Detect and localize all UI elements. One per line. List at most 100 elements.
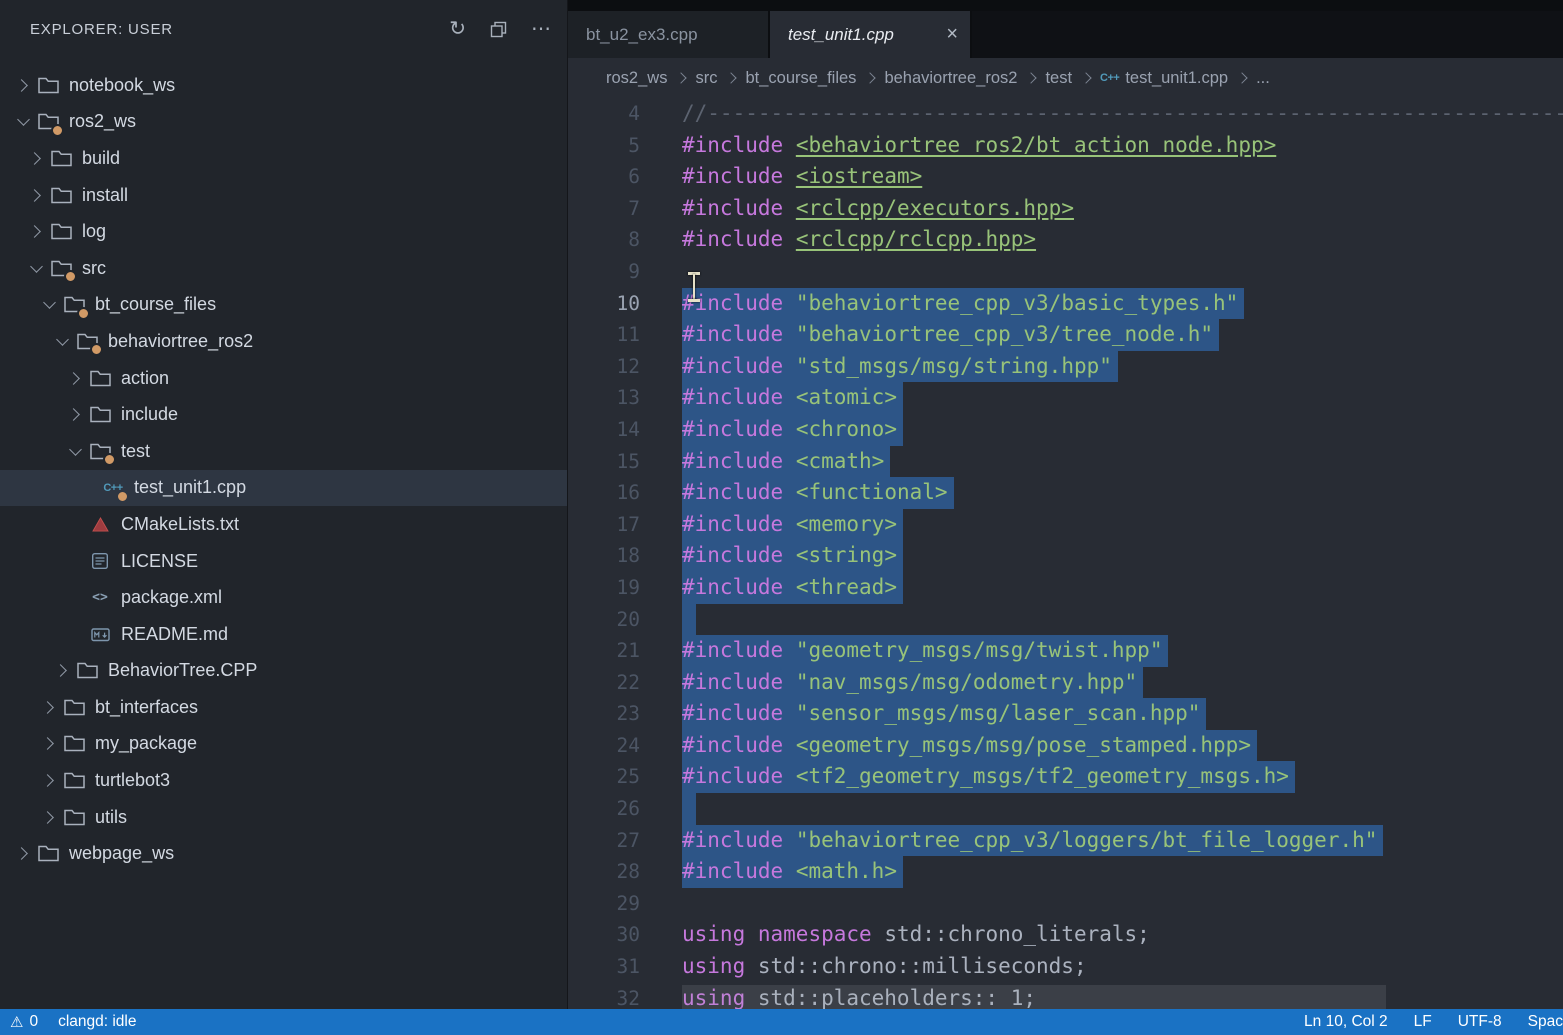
collapse-all-icon[interactable] — [490, 21, 507, 38]
tree-item-bt_course_files[interactable]: bt_course_files — [0, 287, 567, 324]
code-line-9[interactable]: 9 — [568, 256, 1563, 288]
tree-item-install[interactable]: install — [0, 177, 567, 214]
chevron-right-icon[interactable] — [10, 81, 36, 90]
tree-item-LICENSE[interactable]: LICENSE — [0, 543, 567, 580]
tree-item-behaviortree_ros2[interactable]: behaviortree_ros2 — [0, 323, 567, 360]
code-line-10[interactable]: 10#include "behaviortree_cpp_v3/basic_ty… — [568, 288, 1563, 320]
breadcrumb-item-test[interactable]: test — [1045, 69, 1072, 88]
code-line-8[interactable]: 8#include <rclcpp/rclcpp.hpp> — [568, 224, 1563, 256]
tree-item-test[interactable]: test — [0, 433, 567, 470]
code-line-15[interactable]: 15#include <cmath> — [568, 446, 1563, 478]
code-line-12[interactable]: 12#include "std_msgs/msg/string.hpp" — [568, 351, 1563, 383]
chevron-right-icon[interactable] — [36, 813, 62, 822]
tree-item-src[interactable]: src — [0, 250, 567, 287]
breadcrumb-item-...[interactable]: ... — [1256, 69, 1270, 88]
more-actions-icon[interactable]: ⋯ — [531, 19, 551, 39]
tab-test_unit1.cpp[interactable]: test_unit1.cpp× — [770, 11, 972, 58]
token-plain — [783, 733, 796, 757]
chevron-down-icon[interactable] — [10, 119, 36, 124]
tab-label: bt_u2_ex3.cpp — [586, 25, 698, 45]
code-area[interactable]: 4//-------------------------------------… — [568, 98, 1563, 1009]
status-eol[interactable]: LF — [1414, 1013, 1432, 1031]
chevron-right-icon[interactable] — [62, 374, 88, 383]
tree-item-turtlebot3[interactable]: turtlebot3 — [0, 762, 567, 799]
status-cursor-position[interactable]: Ln 10, Col 2 — [1304, 1013, 1388, 1031]
tree-item-build[interactable]: build — [0, 140, 567, 177]
code-line-21[interactable]: 21#include "geometry_msgs/msg/twist.hpp" — [568, 635, 1563, 667]
breadcrumb-item-ros2_ws[interactable]: ros2_ws — [606, 69, 667, 88]
token-plain: std::chrono::milliseconds; — [745, 954, 1086, 978]
tree-item-bt_interfaces[interactable]: bt_interfaces — [0, 689, 567, 726]
code-line-20[interactable]: 20 — [568, 604, 1563, 636]
chevron-right-icon[interactable] — [23, 191, 49, 200]
code-line-4[interactable]: 4//-------------------------------------… — [568, 98, 1563, 130]
problems-indicator[interactable]: ⚠ 0 — [10, 1013, 38, 1031]
token-str: "sensor_msgs/msg/laser_scan.hpp" — [796, 701, 1201, 725]
code-line-24[interactable]: 24#include <geometry_msgs/msg/pose_stamp… — [568, 730, 1563, 762]
code-line-29[interactable]: 29 — [568, 888, 1563, 920]
breadcrumb-item-bt_course_files[interactable]: bt_course_files — [745, 69, 856, 88]
chevron-right-icon[interactable] — [23, 227, 49, 236]
tree-item-my_package[interactable]: my_package — [0, 726, 567, 763]
selection-highlight: #include <geometry_msgs/msg/pose_stamped… — [682, 730, 1257, 762]
code-line-14[interactable]: 14#include <chrono> — [568, 414, 1563, 446]
tree-item-BehaviorTree.CPP[interactable]: BehaviorTree.CPP — [0, 653, 567, 690]
tree-item-label: LICENSE — [121, 551, 198, 572]
breadcrumb-item-test_unit1.cpp[interactable]: C++test_unit1.cpp — [1100, 69, 1228, 88]
tree-item-package.xml[interactable]: <>package.xml — [0, 579, 567, 616]
tree-item-notebook_ws[interactable]: notebook_ws — [0, 67, 567, 104]
code-line-13[interactable]: 13#include <atomic> — [568, 382, 1563, 414]
code-line-28[interactable]: 28#include <math.h> — [568, 856, 1563, 888]
chevron-down-icon[interactable] — [23, 266, 49, 271]
chevron-down-icon[interactable] — [49, 339, 75, 344]
code-line-22[interactable]: 22#include "nav_msgs/msg/odometry.hpp" — [568, 667, 1563, 699]
horizontal-scrollbar-thumb[interactable] — [682, 985, 1386, 1009]
close-tab-icon[interactable]: × — [934, 23, 958, 46]
code-line-27[interactable]: 27#include "behaviortree_cpp_v3/loggers/… — [568, 825, 1563, 857]
code-line-26[interactable]: 26 — [568, 793, 1563, 825]
refresh-icon[interactable]: ↻ — [449, 19, 466, 39]
chevron-down-icon[interactable] — [62, 449, 88, 454]
tree-item-action[interactable]: action — [0, 360, 567, 397]
chevron-right-icon[interactable] — [49, 666, 75, 675]
code-line-23[interactable]: 23#include "sensor_msgs/msg/laser_scan.h… — [568, 698, 1563, 730]
chevron-right-icon[interactable] — [36, 739, 62, 748]
chevron-right-icon[interactable] — [23, 154, 49, 163]
tree-item-include[interactable]: include — [0, 396, 567, 433]
clangd-status[interactable]: clangd: idle — [58, 1013, 136, 1031]
status-indentation[interactable]: Spac — [1528, 1013, 1563, 1031]
code-line-7[interactable]: 7#include <rclcpp/executors.hpp> — [568, 193, 1563, 225]
code-line-25[interactable]: 25#include <tf2_geometry_msgs/tf2_geomet… — [568, 761, 1563, 793]
code-line-5[interactable]: 5#include <behaviortree_ros2/bt_action_n… — [568, 130, 1563, 162]
breadcrumb-item-behaviortree_ros2[interactable]: behaviortree_ros2 — [884, 69, 1017, 88]
chevron-right-icon[interactable] — [36, 703, 62, 712]
token-link: <rclcpp/executors.hpp> — [796, 196, 1074, 220]
code-line-16[interactable]: 16#include <functional> — [568, 477, 1563, 509]
tab-bt_u2_ex3.cpp[interactable]: bt_u2_ex3.cpp — [568, 11, 770, 58]
breadcrumb-item-src[interactable]: src — [695, 69, 717, 88]
tree-item-ros2_ws[interactable]: ros2_ws — [0, 104, 567, 141]
tree-item-test_unit1.cpp[interactable]: C++test_unit1.cpp — [0, 470, 567, 507]
chevron-down-icon[interactable] — [36, 302, 62, 307]
code-line-11[interactable]: 11#include "behaviortree_cpp_v3/tree_nod… — [568, 319, 1563, 351]
token-link: <iostream> — [796, 164, 922, 188]
chevron-right-icon[interactable] — [10, 849, 36, 858]
token-kw: #include — [682, 449, 783, 473]
tree-item-README.md[interactable]: README.md — [0, 616, 567, 653]
code-line-30[interactable]: 30using namespace std::chrono_literals; — [568, 919, 1563, 951]
code-line-17[interactable]: 17#include <memory> — [568, 509, 1563, 541]
breadcrumb-label: src — [695, 69, 717, 88]
tree-item-utils[interactable]: utils — [0, 799, 567, 836]
chevron-right-icon[interactable] — [36, 776, 62, 785]
chevron-right-icon[interactable] — [62, 410, 88, 419]
code-line-6[interactable]: 6#include <iostream> — [568, 161, 1563, 193]
tree-item-webpage_ws[interactable]: webpage_ws — [0, 835, 567, 872]
code-line-18[interactable]: 18#include <string> — [568, 540, 1563, 572]
tree-item-label: bt_interfaces — [95, 697, 198, 718]
folder-icon — [49, 256, 73, 280]
tree-item-log[interactable]: log — [0, 213, 567, 250]
tree-item-CMakeLists.txt[interactable]: CMakeLists.txt — [0, 506, 567, 543]
status-encoding[interactable]: UTF-8 — [1458, 1013, 1502, 1031]
code-line-19[interactable]: 19#include <thread> — [568, 572, 1563, 604]
code-line-31[interactable]: 31using std::chrono::milliseconds; — [568, 951, 1563, 983]
